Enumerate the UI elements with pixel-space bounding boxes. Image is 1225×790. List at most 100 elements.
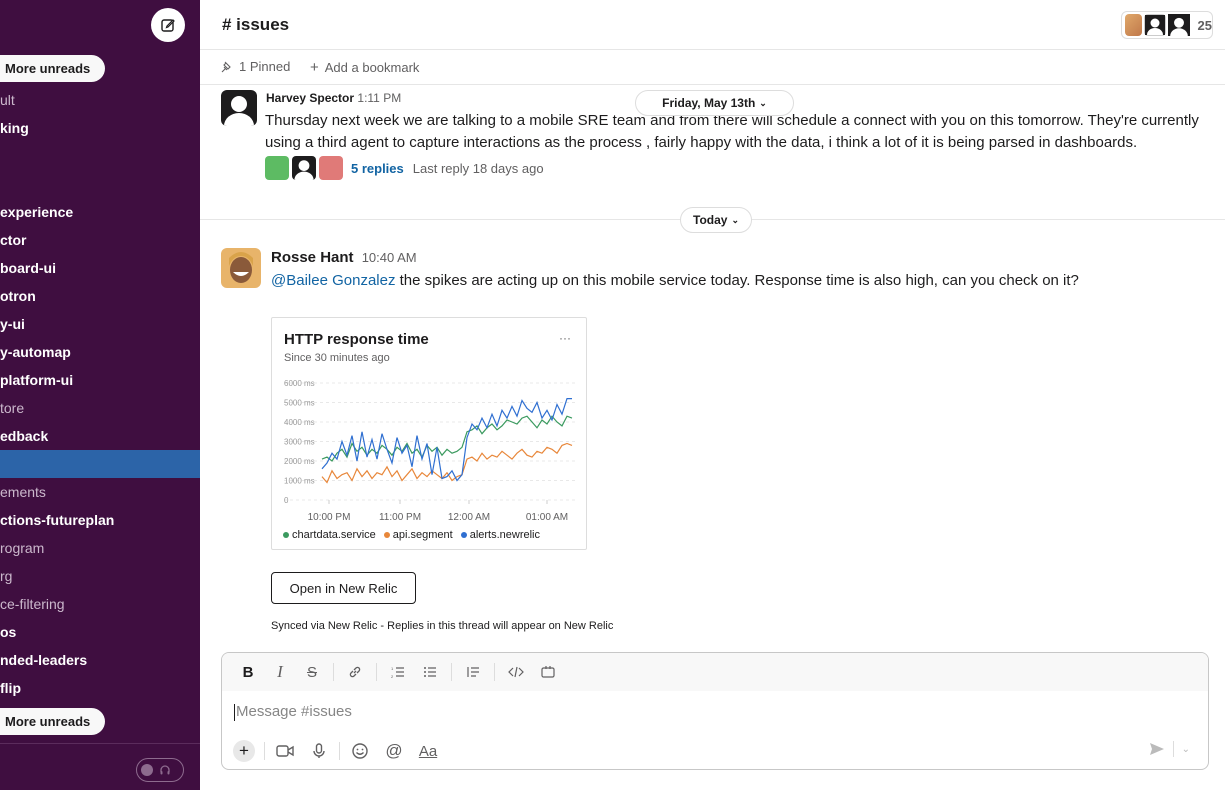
- blockquote-button[interactable]: [459, 658, 487, 686]
- sidebar-item-channel[interactable]: ult: [0, 92, 15, 108]
- sidebar-item-channel[interactable]: experience: [0, 204, 73, 220]
- rosse-message-text: @Bailee Gonzalez the spikes are acting u…: [271, 271, 1079, 291]
- attach-button[interactable]: +: [230, 737, 258, 765]
- video-clip-button[interactable]: [271, 737, 299, 765]
- pinned-button[interactable]: 1 Pinned: [221, 59, 290, 74]
- formatting-toolbar: B I S 12: [222, 653, 1208, 691]
- y-tick-label: 5000 ms: [284, 399, 315, 408]
- microphone-icon: [313, 743, 325, 758]
- sidebar: More unreads ult king experience ctor board-…: [0, 0, 200, 790]
- sidebar-item-channel[interactable]: ctions-futureplan: [0, 512, 114, 528]
- message-time[interactable]: 10:40 AM: [362, 250, 417, 265]
- bulleted-list-button[interactable]: [416, 658, 444, 686]
- sidebar-item-channel[interactable]: ctor: [0, 232, 26, 248]
- reply-avatar: [319, 156, 343, 180]
- harvey-avatar[interactable]: [221, 90, 257, 126]
- toolbar-separator: [339, 742, 340, 760]
- add-bookmark-button[interactable]: + Add a bookmark: [310, 59, 419, 76]
- card-menu-button[interactable]: ···: [554, 331, 576, 349]
- more-unreads-bottom-button[interactable]: More unreads: [0, 708, 105, 735]
- sidebar-item-channel[interactable]: rogram: [0, 540, 44, 556]
- sender-name[interactable]: Harvey Spector: [266, 91, 354, 105]
- message-line: using a third agent to capture interacti…: [265, 134, 1138, 151]
- x-tick-label: 01:00 AM: [526, 512, 568, 523]
- legend-item: chartdata.service: [283, 529, 376, 541]
- message-time[interactable]: 1:11 PM: [357, 91, 401, 105]
- chevron-down-icon[interactable]: ⌄: [1182, 744, 1190, 755]
- more-unreads-top-button[interactable]: More unreads: [0, 55, 105, 82]
- mention-button[interactable]: @: [380, 737, 408, 765]
- chart-card[interactable]: HTTP response time Since 30 minutes ago …: [271, 317, 587, 550]
- bold-icon: B: [242, 663, 254, 681]
- legend-label: chartdata.service: [292, 529, 376, 541]
- sidebar-item-channel[interactable]: flip: [0, 680, 21, 696]
- video-icon: [276, 745, 294, 757]
- legend-label: alerts.newrelic: [469, 529, 541, 541]
- send-icon[interactable]: [1149, 742, 1165, 756]
- sidebar-item-channel[interactable]: otron: [0, 288, 36, 304]
- code-block-button[interactable]: [534, 658, 562, 686]
- rosse-avatar[interactable]: [221, 248, 261, 288]
- sidebar-item-channel[interactable]: y-ui: [0, 316, 25, 332]
- date-label: Today: [693, 213, 728, 227]
- compose-icon: [161, 19, 175, 32]
- rosse-meta: Rosse Hant 10:40 AM: [271, 249, 417, 266]
- format-toggle-button[interactable]: Aa: [414, 737, 442, 765]
- thread-replies[interactable]: 5 replies Last reply 18 days ago: [265, 156, 544, 180]
- strikethrough-button[interactable]: S: [298, 658, 326, 686]
- member-avatar: [1125, 14, 1142, 36]
- date-divider-today[interactable]: Today ⌄: [680, 207, 752, 233]
- series-line-alerts.newrelic: [321, 398, 572, 482]
- y-tick-label: 2000 ms: [284, 457, 315, 466]
- harvey-message-text: Thursday next week we are talking to a m…: [265, 110, 1215, 154]
- legend-item: api.segment: [383, 529, 453, 541]
- replies-link[interactable]: 5 replies: [351, 161, 404, 176]
- compose-button[interactable]: [151, 8, 185, 42]
- y-tick-label: 1000 ms: [284, 477, 315, 486]
- italic-button[interactable]: I: [266, 658, 294, 686]
- x-tick-label: 11:00 PM: [379, 512, 421, 523]
- sidebar-divider: [0, 743, 200, 744]
- sidebar-item-channel[interactable]: tore: [0, 400, 24, 416]
- members-button[interactable]: 25: [1121, 11, 1213, 39]
- sidebar-item-channel[interactable]: edback: [0, 428, 48, 444]
- open-in-new-relic-button[interactable]: Open in New Relic: [271, 572, 416, 604]
- code-icon: [508, 666, 524, 678]
- svg-text:2: 2: [391, 674, 394, 679]
- sidebar-item-channel[interactable]: ements: [0, 484, 46, 500]
- toolbar-separator: [451, 663, 452, 681]
- bookmarks-bar: 1 Pinned + Add a bookmark: [200, 51, 1225, 85]
- sidebar-item-channel[interactable]: y-automap: [0, 344, 71, 360]
- emoji-icon: [352, 743, 368, 759]
- sidebar-item-channel[interactable]: rg: [0, 568, 12, 584]
- mention-link[interactable]: @Bailee Gonzalez: [271, 272, 395, 289]
- channel-title[interactable]: # issues: [222, 15, 289, 35]
- sidebar-item-channel[interactable]: os: [0, 624, 16, 640]
- text-format-icon: Aa: [418, 742, 438, 760]
- link-icon: [349, 666, 361, 678]
- last-reply-text: Last reply 18 days ago: [412, 160, 544, 176]
- message-composer: B I S 12 Message #issues + @ Aa ⌄: [221, 652, 1209, 770]
- member-avatar: [1167, 14, 1190, 36]
- chevron-down-icon: ⌄: [759, 97, 767, 108]
- synced-note: Synced via New Relic - Replies in this t…: [271, 620, 614, 632]
- audio-clip-button[interactable]: [305, 737, 333, 765]
- member-count: 25: [1197, 17, 1212, 33]
- message-input[interactable]: Message #issues: [234, 703, 352, 721]
- sidebar-item-channel[interactable]: nded-leaders: [0, 652, 87, 668]
- sidebar-item-channel[interactable]: board-ui: [0, 260, 56, 276]
- sidebar-item-channel[interactable]: platform-ui: [0, 372, 73, 388]
- sender-name[interactable]: Rosse Hant: [271, 249, 354, 266]
- x-tick-label: 12:00 AM: [448, 512, 490, 523]
- ordered-list-button[interactable]: 12: [384, 658, 412, 686]
- emoji-button[interactable]: [346, 737, 374, 765]
- sidebar-item-channel[interactable]: ce-filtering: [0, 596, 65, 612]
- code-button[interactable]: [502, 658, 530, 686]
- sidebar-item-selected[interactable]: [0, 450, 200, 478]
- toolbar-separator: [264, 742, 265, 760]
- sidebar-item-channel[interactable]: king: [0, 120, 29, 136]
- date-divider-friday[interactable]: Friday, May 13th ⌄: [635, 90, 794, 116]
- link-button[interactable]: [341, 658, 369, 686]
- bold-button[interactable]: B: [234, 658, 262, 686]
- huddle-toggle[interactable]: [136, 758, 184, 782]
